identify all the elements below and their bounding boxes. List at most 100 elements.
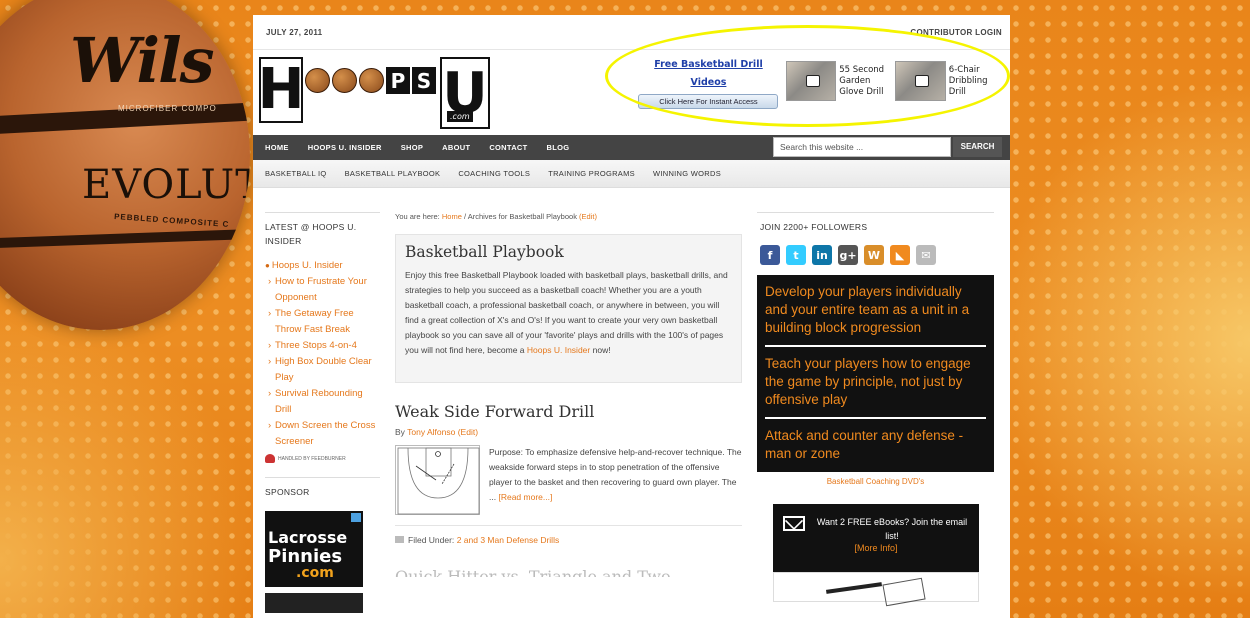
nav-winning-words[interactable]: WINNING WORDS [653, 169, 721, 178]
post-edit-link[interactable]: (Edit) [458, 427, 478, 437]
book-mark [825, 582, 883, 594]
book-page [882, 577, 926, 607]
nav-contact[interactable]: CONTACT [489, 143, 527, 152]
nav-about[interactable]: ABOUT [442, 143, 470, 152]
more-info-link[interactable]: [More Info] [773, 543, 979, 553]
logo-ps-letters: P S [386, 67, 436, 94]
intro-paragraph: Enjoy this free Basketball Playbook load… [405, 268, 731, 358]
primary-nav: HOME HOOPS U. INSIDER SHOP ABOUT CONTACT… [253, 135, 1010, 160]
hosted-label: HANDLED BY FEEDBURNER [278, 455, 346, 462]
court-diagram-thumbnail[interactable] [395, 445, 480, 515]
nav-training-programs[interactable]: TRAINING PROGRAMS [548, 169, 635, 178]
post-title[interactable]: Weak Side Forward Drill [395, 402, 742, 421]
right-sidebar: JOIN 2200+ FOLLOWERS f t in g+ W ◣ ✉ Develop y… [757, 212, 994, 607]
intro-end: now! [592, 345, 611, 355]
hoops-u-insider-link[interactable]: Hoops U. Insider [527, 345, 590, 355]
latest-list: Hoops U. Insider How to Frustrate Your O… [265, 258, 380, 450]
post-meta: Filed Under: 2 and 3 Man Defense Drills [395, 525, 742, 545]
email-icon[interactable]: ✉ [916, 245, 936, 265]
list-item[interactable]: High Box Double Clear Play [265, 354, 380, 386]
wordpress-icon[interactable]: W [864, 245, 884, 265]
list-item[interactable]: Hoops U. Insider [265, 258, 380, 274]
intro-text: Enjoy this free Basketball Playbook load… [405, 270, 728, 355]
byline-prefix: By [395, 427, 405, 437]
ball-model-text: EVOLUT [82, 162, 250, 208]
court-diagram-drawing [397, 447, 480, 515]
promo-divider [765, 417, 986, 419]
coaching-dvds-link[interactable]: Basketball Coaching DVD's [757, 477, 994, 486]
twitter-icon[interactable]: t [786, 245, 806, 265]
breadcrumb-current: / Archives for Basketball Playbook [463, 212, 577, 221]
latest-widget-title: LATEST @ HOOPS U. INSIDER [265, 212, 380, 248]
search-button[interactable]: SEARCH [953, 137, 1002, 157]
breadcrumb-edit-link[interactable]: (Edit) [579, 212, 597, 221]
post-byline: By Tony Alfonso (Edit) [395, 427, 742, 437]
ball-seam [0, 227, 250, 251]
ad-line: .com [296, 565, 334, 581]
folder-icon [395, 536, 404, 543]
adchoices-icon[interactable] [351, 513, 361, 522]
second-sponsor-ad[interactable] [265, 593, 363, 613]
ad-line: Pinnies [268, 546, 343, 567]
secondary-nav: BASKETBALL IQ BASKETBALL PLAYBOOK COACHI… [253, 160, 1010, 188]
category-link[interactable]: 2 and 3 Man Defense Drills [457, 535, 560, 545]
promo-text: Attack and counter any defense - man or … [765, 428, 964, 461]
list-item[interactable]: Survival Rebounding Drill [265, 386, 380, 418]
read-more-link[interactable]: [Read more...] [498, 492, 552, 502]
search-input[interactable]: Search this website ... [773, 137, 951, 157]
social-icons: f t in g+ W ◣ ✉ [760, 245, 994, 265]
date-label: JULY 27, 2011 [266, 27, 323, 37]
list-item[interactable]: Three Stops 4-on-4 [265, 338, 380, 354]
nav-basketball-iq[interactable]: BASKETBALL IQ [265, 169, 327, 178]
author-link[interactable]: Tony Alfonso [407, 427, 455, 437]
logo-basketball-icons [305, 68, 384, 93]
feedburner-badge[interactable]: HANDLED BY FEEDBURNER [265, 454, 380, 463]
envelope-icon [783, 516, 805, 531]
hoops-u-logo[interactable]: H P S U .com [258, 57, 490, 129]
promo-text: Teach your players how to engage the gam… [765, 356, 971, 407]
ball-brand-text: Wils [70, 24, 215, 97]
basketball-icon [332, 68, 357, 93]
left-sidebar: LATEST @ HOOPS U. INSIDER Hoops U. Insid… [265, 212, 380, 613]
facebook-icon[interactable]: f [760, 245, 780, 265]
yellow-highlight-ellipse [605, 25, 1010, 127]
lacrosse-pinnies-ad[interactable]: Lacrosse Pinnies .com [265, 511, 363, 587]
coaching-dvd-promo[interactable]: Develop your players individually and yo… [757, 275, 994, 472]
breadcrumb-home-link[interactable]: Home [442, 212, 462, 221]
filed-under-label: Filed Under: [408, 535, 455, 545]
linkedin-icon[interactable]: in [812, 245, 832, 265]
breadcrumb-prefix: You are here: [395, 212, 440, 221]
post-excerpt: Purpose: To emphasize defensive help-and… [395, 445, 742, 515]
logo-letter: P [386, 67, 410, 94]
sponsor-widget-title: SPONSOR [265, 477, 380, 499]
nav-home[interactable]: HOME [265, 143, 289, 152]
breadcrumb: You are here: Home / Archives for Basket… [395, 212, 742, 221]
archive-intro-box: Basketball Playbook Enjoy this free Bask… [395, 234, 742, 383]
followers-widget-title: JOIN 2200+ FOLLOWERS [757, 212, 994, 234]
list-item[interactable]: Down Screen the Cross Screener [265, 418, 380, 450]
rss-icon[interactable]: ◣ [890, 245, 910, 265]
next-post-title[interactable]: Quick Hitter vs. Triangle and Two [395, 567, 742, 577]
promo-text: Develop your players individually and yo… [765, 284, 970, 335]
nav-blog[interactable]: BLOG [547, 143, 570, 152]
ebook-cover-image [773, 572, 979, 607]
nav-shop[interactable]: SHOP [401, 143, 423, 152]
post-entry: Weak Side Forward Drill By Tony Alfonso … [395, 402, 742, 577]
ball-pebbled-text: PEBBLED COMPOSITE C [113, 211, 230, 230]
nav-hoops-u-insider[interactable]: HOOPS U. INSIDER [308, 143, 382, 152]
list-item[interactable]: The Getaway Free Throw Fast Break [265, 306, 380, 338]
main-content: You are here: Home / Archives for Basket… [395, 212, 742, 577]
ball-sub-text: MICROFIBER COMPO [118, 104, 217, 113]
excerpt-paragraph: Purpose: To emphasize defensive help-and… [489, 445, 742, 515]
nav-basketball-playbook[interactable]: BASKETBALL PLAYBOOK [345, 169, 441, 178]
free-ebooks-box[interactable]: Want 2 FREE eBooks? Join the email list!… [773, 504, 979, 572]
googleplus-icon[interactable]: g+ [838, 245, 858, 265]
basketball-icon [305, 68, 330, 93]
nav-coaching-tools[interactable]: COACHING TOOLS [458, 169, 530, 178]
promo-divider [765, 345, 986, 347]
basketball-icon [359, 68, 384, 93]
list-item[interactable]: How to Frustrate Your Opponent [265, 274, 380, 306]
logo-u-letter: U .com [440, 57, 490, 129]
logo-letter: S [412, 67, 436, 94]
page-title: Basketball Playbook [405, 243, 564, 261]
